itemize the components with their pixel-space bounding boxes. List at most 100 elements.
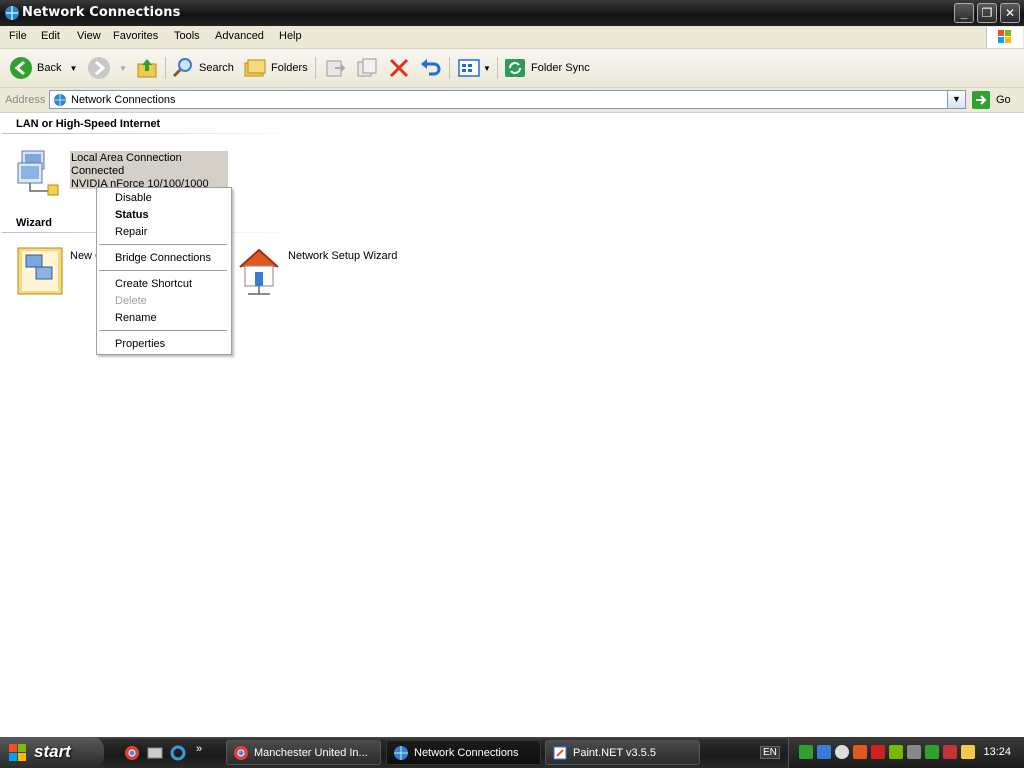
back-dropdown-icon[interactable]: ▼	[69, 64, 77, 73]
start-button[interactable]: start	[0, 737, 104, 768]
start-label: start	[34, 742, 71, 761]
tray-utility-icon[interactable]	[907, 745, 921, 759]
menu-edit[interactable]: Edit	[41, 30, 60, 42]
new-connection-wizard-icon	[17, 247, 63, 295]
folder-sync-label: Folder Sync	[531, 62, 590, 74]
windows-logo-icon	[986, 27, 1023, 48]
search-label: Search	[199, 62, 234, 74]
show-desktop-icon[interactable]	[147, 745, 163, 761]
internet-explorer-icon[interactable]	[170, 745, 186, 761]
task-label: Paint.NET v3.5.5	[573, 746, 656, 759]
task-label: Manchester United In...	[254, 746, 368, 759]
windows-flag-icon	[9, 744, 26, 761]
tray-update-icon[interactable]	[835, 745, 849, 759]
search-button[interactable]: Search	[171, 56, 234, 80]
forward-dropdown-icon[interactable]: ▼	[119, 64, 127, 73]
connection-name: Local Area Connection	[71, 152, 182, 164]
maximize-button[interactable]: ❐	[977, 3, 997, 23]
views-icon	[458, 59, 480, 77]
menu-favorites[interactable]: Favorites	[113, 30, 158, 42]
ctx-bridge-connections[interactable]: Bridge Connections	[115, 252, 211, 264]
tray-network-icon[interactable]	[799, 745, 813, 759]
folders-label: Folders	[271, 62, 308, 74]
context-menu: Disable Status Repair Bridge Connections…	[96, 187, 232, 355]
go-label: Go	[996, 94, 1011, 106]
address-input[interactable]: Network Connections ▼	[49, 90, 966, 109]
clock[interactable]: 13:24	[983, 746, 1011, 758]
lan-group-header: LAN or High-Speed Internet	[16, 118, 161, 130]
tray-antivirus-icon[interactable]	[871, 745, 885, 759]
back-label: Back	[37, 62, 62, 74]
folders-button[interactable]: Folders	[243, 56, 308, 80]
wizard-group-header: Wizard	[16, 217, 52, 229]
go-button[interactable]: Go	[972, 91, 1011, 109]
system-tray: 13:24	[788, 737, 1024, 768]
ctx-disable[interactable]: Disable	[115, 192, 152, 204]
menu-view[interactable]: View	[77, 30, 101, 42]
copy-to-icon	[357, 58, 377, 77]
network-setup-wizard-item[interactable]: Network Setup Wizard	[236, 245, 397, 297]
menu-advanced[interactable]: Advanced	[215, 30, 264, 42]
network-connections-icon	[5, 6, 19, 20]
address-dropdown-icon[interactable]: ▼	[947, 91, 965, 108]
move-to-icon	[326, 60, 346, 77]
copy-to-button[interactable]	[355, 56, 379, 80]
forward-button[interactable]: ▼	[87, 56, 127, 80]
tray-volume-icon[interactable]	[853, 745, 867, 759]
task-network-connections[interactable]: Network Connections	[386, 740, 541, 765]
ctx-create-shortcut[interactable]: Create Shortcut	[115, 278, 192, 290]
home-network-icon	[239, 248, 279, 295]
ctx-delete: Delete	[115, 295, 147, 307]
back-arrow-icon	[10, 57, 32, 79]
ctx-properties[interactable]: Properties	[115, 338, 165, 350]
network-globe-icon	[54, 94, 66, 106]
toolbar: Back ▼ ▼ Search Folders ▼ Folder Sync	[0, 49, 1024, 88]
tray-green-triangle-icon[interactable]	[925, 745, 939, 759]
chrome-icon	[234, 745, 248, 760]
connection-status: Connected	[71, 165, 125, 177]
task-label: Network Connections	[414, 746, 519, 759]
up-folder-icon	[137, 59, 157, 78]
go-arrow-icon	[972, 91, 990, 109]
task-manchester-united[interactable]: Manchester United In...	[226, 740, 381, 765]
menu-help[interactable]: Help	[279, 30, 302, 42]
menu-bar: File Edit View Favorites Tools Advanced …	[0, 26, 1024, 49]
language-indicator[interactable]: EN	[760, 746, 780, 759]
task-paint-net[interactable]: Paint.NET v3.5.5	[545, 740, 700, 765]
move-to-button[interactable]	[323, 56, 347, 80]
minimize-button[interactable]: _	[954, 3, 974, 23]
ctx-rename[interactable]: Rename	[115, 312, 157, 324]
connection-label-block: Local Area Connection Connected NVIDIA n…	[70, 151, 228, 189]
undo-button[interactable]	[419, 56, 443, 80]
tray-nvidia-icon[interactable]	[889, 745, 903, 759]
views-button[interactable]: ▼	[457, 56, 491, 80]
address-label: Address	[5, 94, 46, 106]
tray-lightning-icon[interactable]	[961, 745, 975, 759]
ctx-status[interactable]: Status	[115, 209, 149, 221]
tray-display-icon[interactable]	[817, 745, 831, 759]
window-title: Network Connections	[22, 5, 181, 20]
menu-tools[interactable]: Tools	[174, 30, 200, 42]
new-connection-wizard-item[interactable]: New C	[16, 245, 103, 295]
address-bar: Address Network Connections ▼ Go	[0, 88, 1024, 113]
address-value: Network Connections	[71, 94, 176, 106]
quicklaunch-overflow-icon[interactable]: »	[196, 743, 202, 755]
title-bar: Network Connections _ ❐ ✕	[0, 0, 1024, 26]
chrome-quicklaunch-icon[interactable]	[124, 745, 140, 761]
up-folder-button[interactable]	[135, 56, 159, 80]
delete-button[interactable]	[387, 56, 411, 80]
taskbar: start » Manchester United In... Network …	[0, 737, 1024, 768]
close-button[interactable]: ✕	[1000, 3, 1020, 23]
search-icon	[172, 58, 192, 78]
network-connections-icon	[394, 745, 408, 760]
folder-sync-button[interactable]: Folder Sync	[503, 56, 590, 80]
tray-red-icon[interactable]	[943, 745, 957, 759]
folders-icon	[244, 59, 266, 77]
folder-sync-icon	[505, 59, 525, 77]
ctx-repair[interactable]: Repair	[115, 226, 147, 238]
back-button[interactable]: Back ▼	[9, 56, 77, 80]
network-setup-wizard-label: Network Setup Wizard	[288, 250, 398, 262]
delete-x-icon	[389, 58, 409, 78]
menu-file[interactable]: File	[9, 30, 27, 42]
views-dropdown-icon[interactable]: ▼	[483, 64, 491, 73]
